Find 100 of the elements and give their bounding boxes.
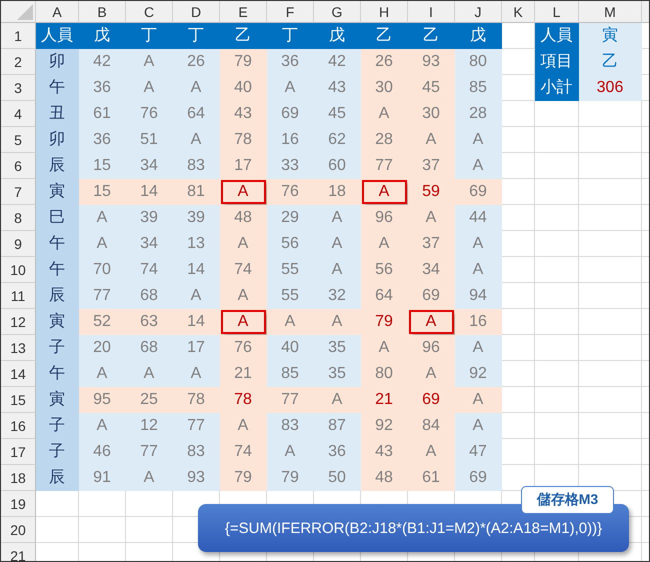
header-cell: 乙 xyxy=(408,23,455,49)
table-cell: 55 xyxy=(267,283,314,309)
table-cell: 14 xyxy=(173,309,220,335)
table-cell: A xyxy=(455,387,502,413)
table-cell: A xyxy=(267,75,314,101)
row-header[interactable]: 1 xyxy=(1,23,36,49)
table-cell: 44 xyxy=(455,205,502,231)
table-cell: 卯 xyxy=(36,49,79,75)
column-header[interactable]: E xyxy=(220,1,267,23)
row-header[interactable]: 14 xyxy=(1,361,36,387)
header-cell: 丁 xyxy=(126,23,173,49)
table-cell: A xyxy=(361,335,408,361)
empty-cell xyxy=(579,257,642,283)
column-header[interactable]: G xyxy=(314,1,361,23)
table-cell: 80 xyxy=(455,49,502,75)
table-cell: A xyxy=(455,127,502,153)
table-cell: 26 xyxy=(173,49,220,75)
table-cell: A xyxy=(314,205,361,231)
column-header[interactable]: I xyxy=(408,1,455,23)
row-header[interactable]: 5 xyxy=(1,127,36,153)
table-cell: 項目 xyxy=(535,49,579,75)
table-cell: 74 xyxy=(126,257,173,283)
table-cell: 午 xyxy=(36,231,79,257)
table-cell: 43 xyxy=(220,101,267,127)
table-cell: 小計 xyxy=(535,75,579,101)
select-all-icon[interactable] xyxy=(17,4,33,20)
empty-cell xyxy=(579,205,642,231)
table-cell: 36 xyxy=(79,127,126,153)
table-cell: 辰 xyxy=(36,465,79,491)
table-cell: A xyxy=(408,127,455,153)
column-header[interactable]: B xyxy=(79,1,126,23)
column-header[interactable]: D xyxy=(173,1,220,23)
table-cell: 84 xyxy=(408,413,455,439)
table-cell: 60 xyxy=(314,153,361,179)
row-header[interactable]: 11 xyxy=(1,283,36,309)
empty-cell xyxy=(535,127,579,153)
table-cell: 39 xyxy=(126,205,173,231)
table-cell: 83 xyxy=(267,413,314,439)
empty-cell xyxy=(579,387,642,413)
table-cell: 96 xyxy=(361,205,408,231)
row-header[interactable]: 17 xyxy=(1,439,36,465)
table-cell: 79 xyxy=(267,465,314,491)
column-header[interactable]: H xyxy=(361,1,408,23)
row-header[interactable]: 16 xyxy=(1,413,36,439)
table-cell: A xyxy=(126,465,173,491)
table-cell: 15 xyxy=(79,179,126,205)
row-header[interactable]: 9 xyxy=(1,231,36,257)
row-header[interactable]: 18 xyxy=(1,465,36,491)
empty-cell xyxy=(579,179,642,205)
table-cell: A xyxy=(126,75,173,101)
table-cell: 43 xyxy=(361,439,408,465)
empty-cell xyxy=(579,231,642,257)
table-cell: A xyxy=(408,439,455,465)
empty-cell xyxy=(535,179,579,205)
table-cell: 34 xyxy=(126,153,173,179)
cell-label: 儲存格M3 xyxy=(521,486,614,514)
table-cell: 40 xyxy=(220,75,267,101)
empty-cell xyxy=(579,413,642,439)
table-cell: 74 xyxy=(220,257,267,283)
column-header[interactable]: A xyxy=(36,1,79,23)
row-header[interactable]: 8 xyxy=(1,205,36,231)
table-cell: 96 xyxy=(408,335,455,361)
row-header[interactable]: 10 xyxy=(1,257,36,283)
row-header[interactable]: 2 xyxy=(1,49,36,75)
row-header[interactable]: 7 xyxy=(1,179,36,205)
row-header[interactable]: 6 xyxy=(1,153,36,179)
column-header[interactable]: F xyxy=(267,1,314,23)
empty-cell xyxy=(535,413,579,439)
row-header[interactable]: 3 xyxy=(1,75,36,101)
table-cell: 子 xyxy=(36,413,79,439)
row-header[interactable]: 4 xyxy=(1,101,36,127)
empty-cell xyxy=(535,283,579,309)
table-cell: 37 xyxy=(408,153,455,179)
table-cell: 48 xyxy=(220,205,267,231)
table-cell: A xyxy=(79,231,126,257)
highlight-frame: A xyxy=(362,180,406,204)
column-header[interactable]: C xyxy=(126,1,173,23)
table-cell: 77 xyxy=(173,413,220,439)
row-header[interactable]: 20 xyxy=(1,517,36,543)
row-header[interactable]: 15 xyxy=(1,387,36,413)
table-cell: 35 xyxy=(314,361,361,387)
table-cell: 43 xyxy=(314,75,361,101)
table-cell: 55 xyxy=(267,257,314,283)
table-cell: 16 xyxy=(455,309,502,335)
row-header[interactable]: 21 xyxy=(1,543,36,561)
empty-cell xyxy=(535,309,579,335)
table-cell: 64 xyxy=(361,283,408,309)
column-header[interactable]: J xyxy=(455,1,502,23)
table-cell: 14 xyxy=(126,179,173,205)
table-cell: 寅 xyxy=(36,387,79,413)
row-header[interactable]: 19 xyxy=(1,491,36,517)
empty-cell xyxy=(535,361,579,387)
table-cell: 52 xyxy=(79,309,126,335)
column-header[interactable]: K xyxy=(502,1,535,23)
table-cell: 子 xyxy=(36,335,79,361)
column-header[interactable]: L xyxy=(535,1,579,23)
row-header[interactable]: 13 xyxy=(1,335,36,361)
column-header[interactable]: M xyxy=(579,1,642,23)
row-header[interactable]: 12 xyxy=(1,309,36,335)
table-cell: A xyxy=(455,413,502,439)
